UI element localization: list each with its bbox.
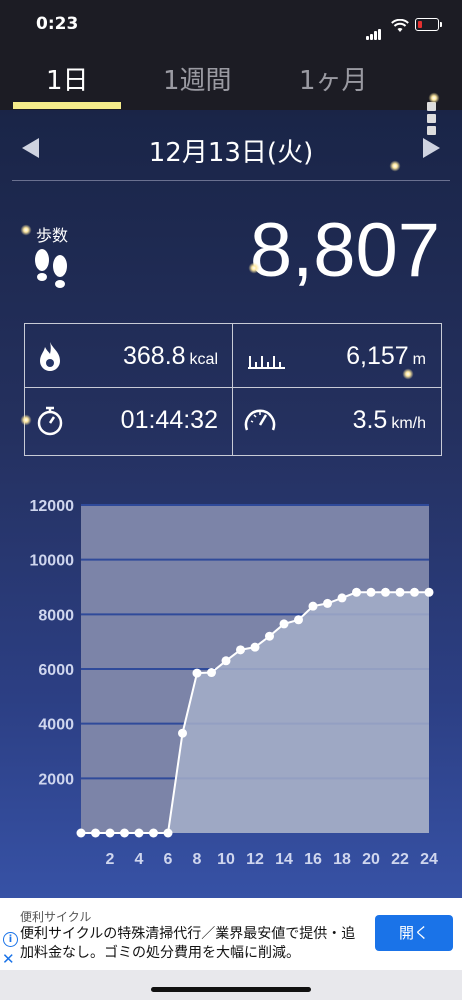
y-tick-label: 2000 [38,771,74,788]
sparkle-decoration [402,368,414,380]
tab-month[interactable]: 1ヶ月 [299,60,368,97]
stats-grid: 368.8 kcal 6,157 m 01:44:32 3.5 km/h [24,323,442,456]
chart-data-point [76,828,86,838]
speed-cell: 3.5 km/h [233,388,440,452]
speed-value: 3.5 [352,406,388,434]
tab-day[interactable]: 1日 [46,60,89,97]
y-tick-label: 12000 [30,498,75,515]
speedometer-icon [244,409,276,431]
x-tick-label: 6 [164,851,173,868]
x-tick-label: 4 [135,851,144,868]
chart-data-point [381,587,390,597]
calories-unit: kcal [189,351,218,368]
x-tick-label: 24 [420,851,438,868]
duration-cell: 01:44:32 [25,388,232,452]
chart-data-point [91,828,100,838]
period-tabs: 1日 1週間 1ヶ月 [0,50,462,135]
chart-data-point [410,587,419,597]
y-tick-label: 4000 [38,717,74,734]
x-tick-label: 20 [362,851,380,868]
speed-unit: km/h [391,415,426,432]
sparkle-decoration [248,262,260,274]
chart-data-point [134,828,144,838]
stopwatch-icon [37,406,63,436]
status-time: 0:23 [36,14,79,34]
chart-data-point [207,668,216,678]
active-tab-indicator [13,102,121,109]
duration-value: 01:44:32 [120,406,218,434]
calories-value: 368.8 [122,342,186,370]
sparkle-decoration [20,414,32,426]
y-tick-label: 8000 [38,607,74,624]
chart-data-point [120,828,129,838]
chart-data-point [294,615,303,625]
chart-data-point [279,619,289,629]
ad-open-button[interactable]: 開く [375,915,453,951]
calories-cell: 368.8 kcal [25,324,232,388]
chart-data-point [395,587,405,597]
x-tick-label: 10 [217,851,235,868]
chart-data-point [323,598,332,608]
chart-data-point [192,668,202,678]
chart-data-point [308,601,318,611]
x-tick-label: 8 [193,851,202,868]
ad-info-icon[interactable]: i [3,932,18,947]
y-tick-label: 6000 [38,662,74,679]
ad-text[interactable]: 便利サイクルの特殊清掃代行／業界最安値で提供・追加料金なし。ゴミの処分費用を大幅… [20,925,365,963]
ad-banner[interactable]: i ✕ 便利サイクル 便利サイクルの特殊清掃代行／業界最安値で提供・追加料金なし… [0,898,462,970]
distance-unit: m [412,351,426,368]
x-tick-label: 14 [275,851,293,868]
footprints-icon [35,249,67,288]
status-bar: 0:23 [0,0,462,50]
ad-sponsor: 便利サイクル [20,910,92,924]
chart-data-point [352,587,361,597]
chart-data-point [424,587,434,597]
x-tick-label: 16 [304,851,322,868]
chart-data-point [250,642,260,652]
wifi-icon [391,19,409,32]
chart-data-point [366,587,376,597]
steps-chart: 200040006000800010000120002 4 6 8 10 12 14 16 18… [30,498,439,868]
chart-data-point [149,828,158,838]
sparkle-decoration [428,92,440,104]
distance-value: 6,157 [346,342,409,370]
x-tick-label: 12 [246,851,264,868]
chart-data-point [221,656,231,666]
flame-icon [40,342,60,371]
battery-icon [415,18,442,31]
x-tick-label: 18 [333,851,351,868]
sparkle-decoration [20,224,32,236]
home-indicator-area [0,970,462,1000]
tab-week[interactable]: 1週間 [163,60,232,97]
x-tick-label: 2 [106,851,115,868]
chart-data-point [265,631,274,641]
date-divider [12,180,450,181]
chart-data-point [163,828,173,838]
steps-label: 歩数 [36,226,69,245]
chart-data-point [337,593,347,603]
home-indicator[interactable] [151,987,311,992]
chart-data-point [105,828,115,838]
chart-data-point [236,645,245,655]
x-tick-label: 22 [391,851,409,868]
ruler-icon [248,356,285,369]
signal-icon [366,21,382,40]
ad-close-icon[interactable]: ✕ [2,950,15,968]
sparkle-decoration [389,160,401,172]
steps-count: 8,807 [249,208,440,293]
y-tick-label: 10000 [30,553,75,570]
next-day-arrow-icon[interactable] [423,138,440,158]
chart-data-point [178,728,187,738]
